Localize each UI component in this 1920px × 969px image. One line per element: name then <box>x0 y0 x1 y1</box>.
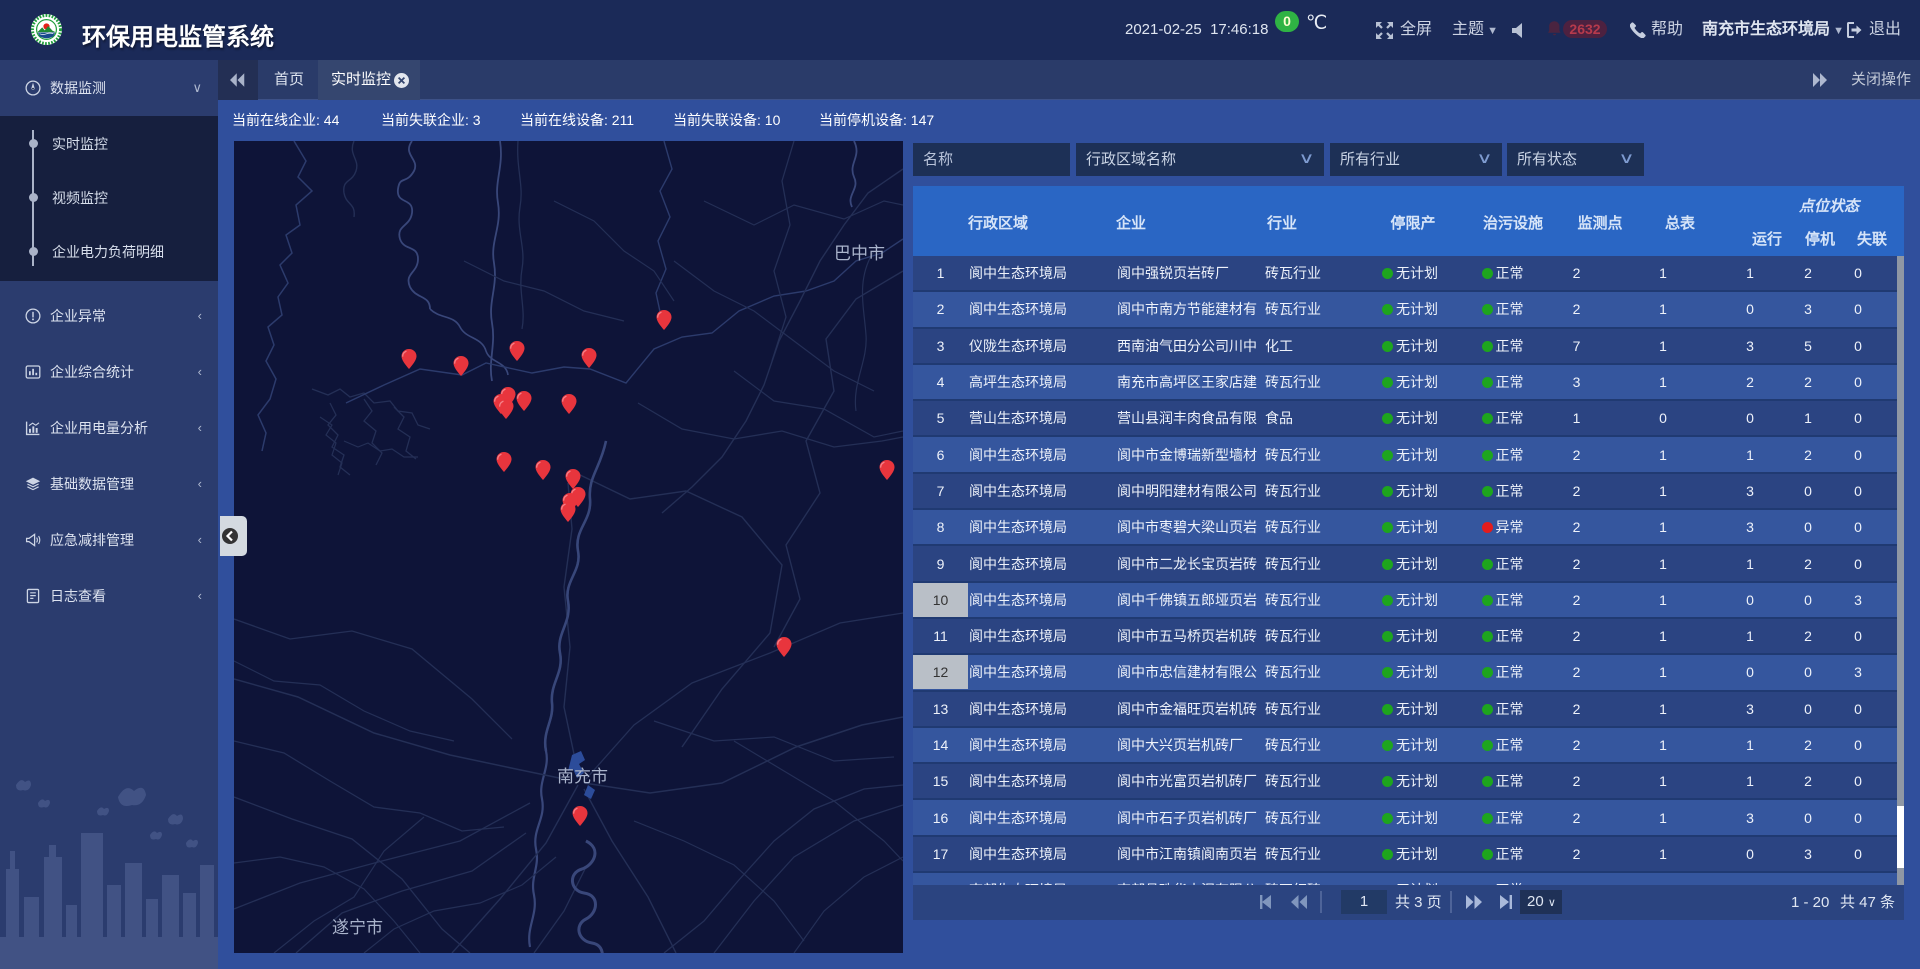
svg-text:巴中市: 巴中市 <box>834 244 885 263</box>
svg-text:遂宁市: 遂宁市 <box>332 918 383 937</box>
svg-text:南充市: 南充市 <box>557 767 608 786</box>
